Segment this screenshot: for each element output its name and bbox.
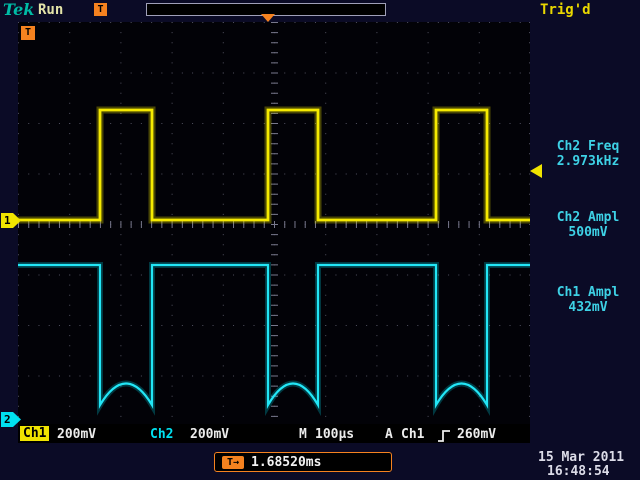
acquisition-status: Run: [38, 2, 63, 18]
ch1-scale-readout: 200mV: [57, 427, 96, 442]
trigger-source-marker: T: [21, 26, 35, 40]
trigger-delay-readout: T→ 1.68520ms: [214, 452, 392, 472]
ch1-trace: [18, 110, 530, 220]
measurement-label: Ch2 Freq: [538, 139, 638, 154]
waveform-display: [18, 22, 530, 426]
timebase-label: M: [299, 427, 307, 442]
oscilloscope-screen: Tek Run T Trig'd T 1 2 Ch2 Fre: [0, 0, 640, 480]
measurement-ch2-ampl: Ch2 Ampl 500mV: [538, 210, 638, 240]
measurement-ch1-ampl: Ch1 Ampl 432mV: [538, 285, 638, 315]
measurement-ch2-freq: Ch2 Freq 2.973kHz: [538, 139, 638, 169]
measurement-label: Ch2 Ampl: [538, 210, 638, 225]
measurement-value: 2.973kHz: [538, 154, 638, 169]
tek-logo: Tek: [3, 0, 34, 19]
date-label: 15 Mar 2011: [538, 450, 624, 465]
ch2-trace-glow: [18, 265, 530, 405]
ch2-scale-readout: 200mV: [190, 427, 229, 442]
trigger-level-readout: 260mV: [457, 427, 496, 442]
trigger-status: Trig'd: [540, 2, 591, 18]
trigger-position-marker-icon: [261, 14, 275, 22]
measurement-label: Ch1 Ampl: [538, 285, 638, 300]
trigger-icon-top: T: [94, 3, 107, 16]
trigger-delay-icon: T→: [222, 456, 244, 469]
graticule: [18, 22, 530, 426]
trigger-source-readout: Ch1: [401, 427, 424, 442]
timebase-readout: 100µs: [315, 427, 354, 442]
time-label: 16:48:54: [547, 464, 610, 479]
ch1-label-tag: Ch1: [20, 426, 49, 441]
measurement-value: 500mV: [538, 225, 638, 240]
trigger-delay-value: 1.68520ms: [251, 455, 321, 470]
ch1-trace-glow: [18, 110, 530, 220]
measurement-value: 432mV: [538, 300, 638, 315]
rising-edge-icon: [437, 428, 453, 447]
ch2-label-tag: Ch2: [150, 427, 173, 442]
trigger-mode-label: A: [385, 427, 393, 442]
